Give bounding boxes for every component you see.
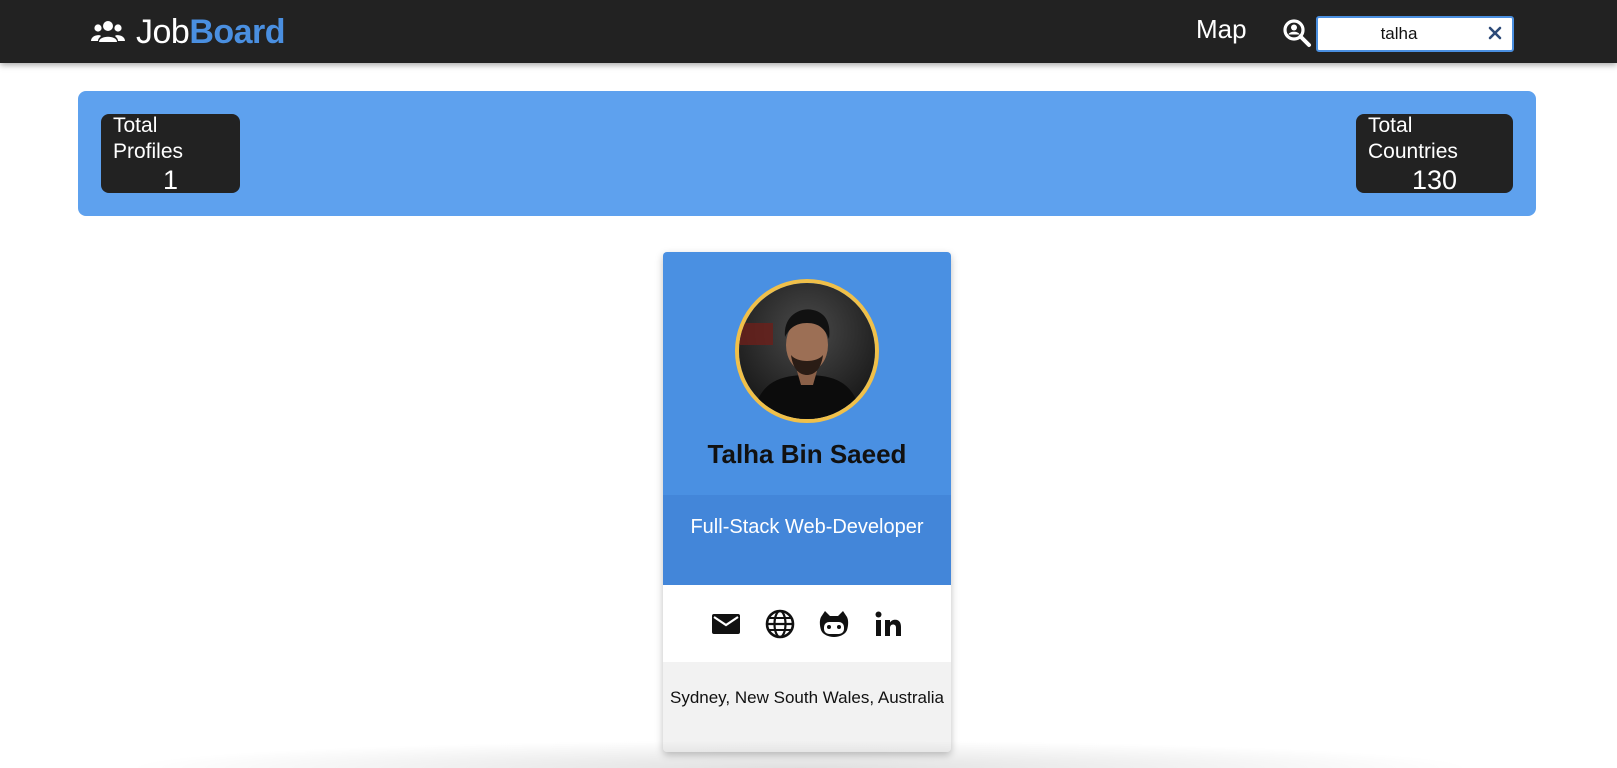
website-globe-icon[interactable] xyxy=(763,607,797,641)
total-countries-value: 130 xyxy=(1411,164,1458,195)
profile-card-header: Talha Bin Saeed xyxy=(663,252,951,495)
brand-name-bold: Board xyxy=(189,12,286,51)
page-bottom-shadow xyxy=(120,740,1480,768)
total-countries-label: Total Countries xyxy=(1368,113,1458,163)
linkedin-icon[interactable] xyxy=(871,607,905,641)
github-icon[interactable] xyxy=(817,607,851,641)
email-icon[interactable] xyxy=(709,607,743,641)
close-icon[interactable] xyxy=(1486,24,1504,42)
brand-logo-link[interactable]: JobBoard xyxy=(90,10,286,54)
profile-links xyxy=(663,585,951,662)
total-countries-stat: Total Countries 130 xyxy=(1356,113,1513,195)
profile-role: Full-Stack Web-Developer xyxy=(663,495,951,585)
brand-name: JobBoard xyxy=(136,12,286,52)
people-group-icon xyxy=(91,21,125,42)
profile-location: Sydney, New South Wales, Australia xyxy=(663,662,951,752)
profile-card[interactable]: Talha Bin Saeed Full-Stack Web-Developer… xyxy=(663,252,951,752)
brand-name-light: Job xyxy=(136,12,190,51)
total-profiles-stat: Total Profiles 1 xyxy=(101,113,240,195)
total-profiles-label: Total Profiles xyxy=(113,113,184,163)
nav-link-map[interactable]: Map xyxy=(1196,14,1247,45)
search-box xyxy=(1316,16,1514,52)
profile-name: Talha Bin Saeed xyxy=(707,439,907,469)
total-profiles-value: 1 xyxy=(162,164,179,195)
stats-bar: Total Profiles 1 Total Countries 130 xyxy=(78,91,1536,216)
avatar-photo xyxy=(739,283,875,419)
search-input[interactable] xyxy=(1320,20,1478,48)
top-navbar: JobBoard Map xyxy=(0,0,1617,63)
avatar xyxy=(735,279,879,423)
search-user-icon[interactable] xyxy=(1282,18,1312,48)
